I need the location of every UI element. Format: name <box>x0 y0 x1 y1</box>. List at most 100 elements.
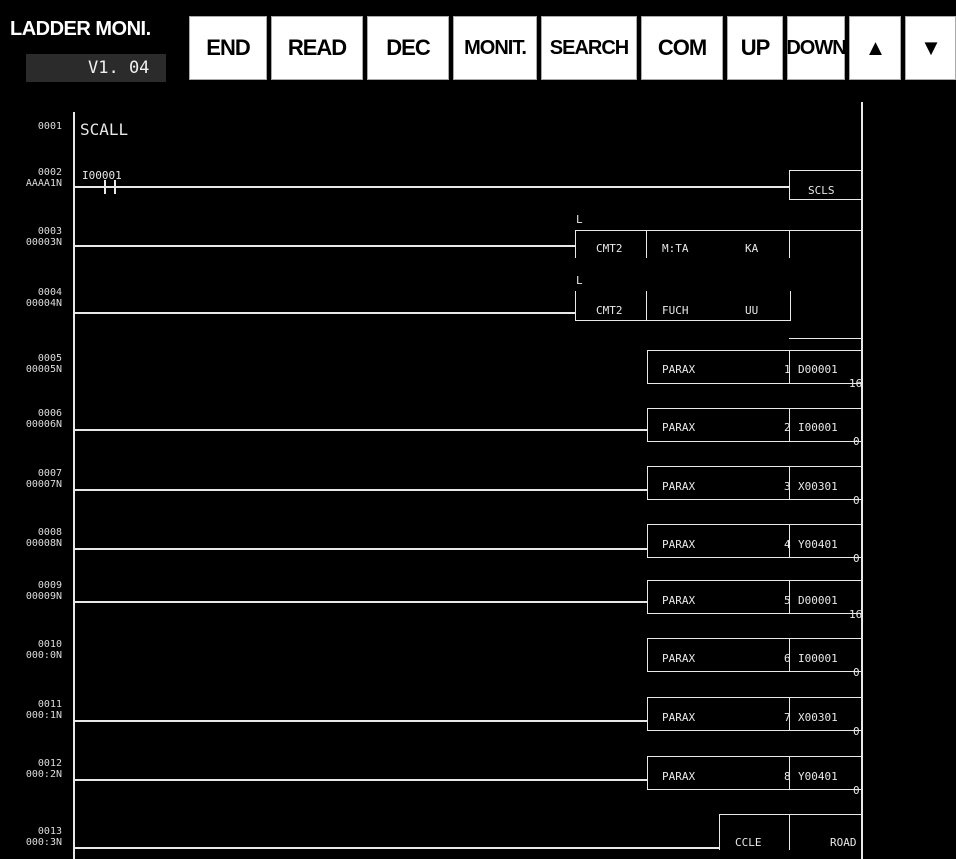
step-number: 0002 <box>37 167 62 178</box>
app-title: LADDER MONI. V1. 04 <box>4 10 174 82</box>
step-number: 0011 <box>37 699 62 710</box>
rung-wire <box>75 601 647 603</box>
instruction-cmd: CMT2 <box>596 242 623 255</box>
step-address: 000:3N <box>25 837 62 848</box>
param-index: 1 <box>784 363 791 376</box>
step-address: 000:2N <box>25 769 62 780</box>
instruction-cmd: PARAX <box>662 421 696 434</box>
step-address: 00006N <box>25 419 62 430</box>
step-address: 00004N <box>25 298 62 309</box>
step-number: 0001 <box>37 121 62 132</box>
version-box: V1. 04 <box>26 54 166 82</box>
param-index: 7 <box>784 711 791 724</box>
rung-wire <box>75 720 647 722</box>
separator <box>789 230 790 258</box>
step-address: 00008N <box>25 538 62 549</box>
param-index: 6 <box>784 652 791 665</box>
device-value: 0 <box>853 784 860 797</box>
separator <box>646 291 647 321</box>
step-number: 0004 <box>37 287 62 298</box>
step-address: 000:0N <box>25 650 62 661</box>
separator <box>646 230 647 258</box>
instruction-cmd: PARAX <box>662 538 696 551</box>
com-button[interactable]: COM <box>641 16 723 80</box>
instruction-arg: M:TA <box>662 242 689 255</box>
instruction-arg: KA <box>745 242 759 255</box>
search-button[interactable]: SEARCH <box>541 16 637 80</box>
device-value: 0 <box>853 494 860 507</box>
read-button[interactable]: READ <box>271 16 363 80</box>
param-index: 3 <box>784 480 791 493</box>
scroll-up-button[interactable]: ▲ <box>849 16 901 80</box>
rung-wire <box>789 338 863 339</box>
dec-button[interactable]: DEC <box>367 16 449 80</box>
separator <box>789 814 790 850</box>
down-button[interactable]: DOWN <box>786 16 847 80</box>
param-index: 2 <box>784 421 791 434</box>
rung-wire <box>75 847 719 849</box>
device-label: X00301 <box>798 480 838 493</box>
device-label: I00001 <box>798 652 838 665</box>
rung-wire <box>75 245 575 247</box>
step-number: 0008 <box>37 527 62 538</box>
instruction-cmd: PARAX <box>662 594 696 607</box>
step-number: 0006 <box>37 408 62 419</box>
instruction-cmd: PARAX <box>662 652 696 665</box>
device-label: Y00401 <box>798 538 838 551</box>
step-address: 00007N <box>25 479 62 490</box>
step-number: 0010 <box>37 639 62 650</box>
instruction-cmd: PARAX <box>662 480 696 493</box>
device-label: X00301 <box>798 711 838 724</box>
device-value: 0 <box>853 725 860 738</box>
param-index: 8 <box>784 770 791 783</box>
device-label: D00001 <box>798 363 838 376</box>
scroll-down-button[interactable]: ▼ <box>905 16 956 80</box>
instruction-cmd: PARAX <box>662 363 696 376</box>
device-label: ROAD <box>830 836 857 849</box>
param-index: 4 <box>784 538 791 551</box>
app-title-text: LADDER MONI. <box>10 18 151 40</box>
device-value: 16 <box>849 377 863 390</box>
param-index: 5 <box>784 594 791 607</box>
marker-label: L <box>576 213 583 226</box>
rung-comment: SCALL <box>80 120 129 139</box>
instruction-cmd: PARAX <box>662 770 696 783</box>
step-address: AAAA1N <box>25 178 62 189</box>
step-address: 00009N <box>25 591 62 602</box>
device-label: Y00401 <box>798 770 838 783</box>
step-address: 00003N <box>25 237 62 248</box>
instruction-cmd: CMT2 <box>596 304 623 317</box>
step-number: 0012 <box>37 758 62 769</box>
rung-wire <box>75 548 647 550</box>
device-label: D00001 <box>798 594 838 607</box>
marker-label: L <box>576 274 583 287</box>
step-number: 0005 <box>37 353 62 364</box>
device-value: 0 <box>853 552 860 565</box>
ladder-diagram: 0001 SCALL 0002 AAAA1N I00001 SCLS 0003 … <box>0 86 956 859</box>
version-text: V1. 04 <box>88 58 150 78</box>
coil-label: SCLS <box>808 184 835 197</box>
rung-wire <box>75 489 647 491</box>
contact-left-plate <box>104 180 106 194</box>
step-address: 000:1N <box>25 710 62 721</box>
rung-wire <box>75 779 647 781</box>
monit-button[interactable]: MONIT. <box>453 16 537 80</box>
rung-wire <box>75 312 575 314</box>
contact-right-plate <box>114 180 116 194</box>
rung-wire <box>75 186 789 188</box>
step-number: 0009 <box>37 580 62 591</box>
device-value: 16 <box>849 608 863 621</box>
up-button[interactable]: UP <box>727 16 783 80</box>
step-number: 0007 <box>37 468 62 479</box>
instruction-cmd: CCLE <box>735 836 762 849</box>
step-number: 0003 <box>37 226 62 237</box>
device-label: I00001 <box>798 421 838 434</box>
rung-wire <box>75 429 647 431</box>
instruction-cmd: PARAX <box>662 711 696 724</box>
device-value: 0 <box>853 435 860 448</box>
end-button[interactable]: END <box>189 16 267 80</box>
device-value: 0 <box>853 666 860 679</box>
step-address: 00005N <box>25 364 62 375</box>
instruction-arg: UU <box>745 304 759 317</box>
step-number: 0013 <box>37 826 62 837</box>
